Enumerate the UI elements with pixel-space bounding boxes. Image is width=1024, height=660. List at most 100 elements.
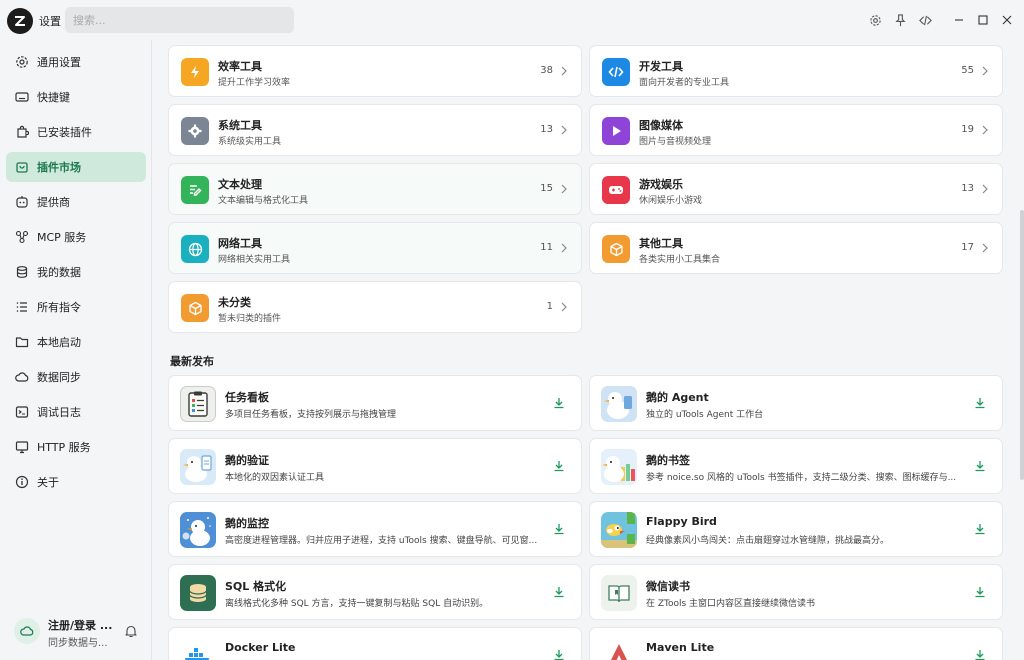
sidebar-item-label: 提供商	[37, 196, 70, 209]
sidebar-item-providers[interactable]: 提供商	[6, 187, 146, 217]
plugin-card[interactable]: Maven Lite	[589, 627, 1003, 660]
gamepad-icon	[602, 176, 630, 204]
plugin-desc: 经典像素风小鸟闯关：点击扇翅穿过水管缝隙，挑战最高分。	[646, 536, 890, 546]
plugin-card[interactable]: 鹅的监控 高密度进程管理器。归并应用子进程，支持 uTools 搜索、键盘导航、…	[168, 501, 582, 557]
category-count: 55	[961, 65, 974, 76]
plugin-title: Docker Lite	[225, 641, 296, 654]
code-icon	[602, 58, 630, 86]
category-count: 19	[961, 124, 974, 135]
download-icon[interactable]	[553, 523, 565, 535]
sidebar-item-installed[interactable]: 已安装插件	[6, 117, 146, 147]
sidebar-item-general[interactable]: 通用设置	[6, 47, 146, 77]
plugin-card[interactable]: 任务看板 多项目任务看板，支持按列展示与拖拽管理	[168, 375, 582, 431]
goose-icon	[180, 449, 216, 485]
window-title: 设置	[39, 15, 61, 28]
puzzle-icon	[15, 125, 29, 139]
download-icon[interactable]	[974, 586, 986, 598]
category-count: 11	[540, 242, 553, 253]
category-card-text[interactable]: 文本处理 文本编辑与格式化工具 15	[168, 163, 582, 215]
scrollbar[interactable]	[1020, 210, 1024, 480]
bell-icon[interactable]	[124, 624, 138, 638]
plugin-card[interactable]: 鹅的 Agent 独立的 uTools Agent 工作台	[589, 375, 1003, 431]
sidebar-item-debug-log[interactable]: 调试日志	[6, 397, 146, 427]
category-card-efficiency[interactable]: 效率工具 提升工作学习效率 38	[168, 45, 582, 97]
folder-icon	[15, 335, 29, 349]
download-icon[interactable]	[553, 460, 565, 472]
docker-icon	[180, 638, 216, 660]
download-icon[interactable]	[553, 397, 565, 409]
pin-icon[interactable]	[892, 12, 908, 28]
list-icon	[15, 300, 29, 314]
code-icon[interactable]	[917, 12, 933, 28]
category-title: 网络工具	[218, 237, 262, 250]
minimize-icon[interactable]	[951, 12, 967, 28]
bird-icon	[601, 512, 637, 548]
sidebar-item-label: 已安装插件	[37, 126, 92, 139]
sidebar-item-commands[interactable]: 所有指令	[6, 292, 146, 322]
download-icon[interactable]	[974, 523, 986, 535]
plugin-desc: 参考 noice.so 风格的 uTools 书签插件，支持二级分类、搜索、图标…	[646, 473, 957, 483]
sidebar-item-my-data[interactable]: 我的数据	[6, 257, 146, 287]
sidebar-item-label: 数据同步	[37, 371, 81, 384]
category-desc: 暂未归类的插件	[218, 314, 282, 324]
chevron-right-icon	[982, 243, 988, 253]
sidebar-item-label: 插件市场	[37, 161, 81, 174]
category-card-uncategorized[interactable]: 未分类 暂未归类的插件 1	[168, 281, 582, 333]
search-input[interactable]	[65, 7, 294, 33]
maximize-icon[interactable]	[975, 12, 991, 28]
sidebar-item-mcp[interactable]: MCP 服务	[6, 222, 146, 252]
user-name: 注册/登录 ...	[48, 619, 113, 632]
chevron-right-icon	[982, 66, 988, 76]
box-icon	[602, 235, 630, 263]
plugin-card[interactable]: 鹅的验证 本地化的双因素认证工具	[168, 438, 582, 494]
plugin-title: SQL 格式化	[225, 580, 287, 593]
category-desc: 系统级实用工具	[218, 137, 282, 147]
sidebar-item-about[interactable]: 关于	[6, 467, 146, 497]
category-count: 15	[540, 183, 553, 194]
download-icon[interactable]	[553, 649, 565, 660]
plugin-card[interactable]: 微信读书 在 ZTools 主窗口内容区直接继续微信读书	[589, 564, 1003, 620]
cloud-icon	[14, 618, 40, 644]
plugin-title: 鹅的验证	[225, 454, 269, 467]
download-icon[interactable]	[553, 586, 565, 598]
lightning-icon	[181, 58, 209, 86]
category-card-system[interactable]: 系统工具 系统级实用工具 13	[168, 104, 582, 156]
plugin-card[interactable]: 鹅的书签 参考 noice.so 风格的 uTools 书签插件，支持二级分类、…	[589, 438, 1003, 494]
download-icon[interactable]	[974, 397, 986, 409]
sidebar-item-local-launch[interactable]: 本地启动	[6, 327, 146, 357]
plugin-card[interactable]: Docker Lite	[168, 627, 582, 660]
category-count: 17	[961, 242, 974, 253]
sidebar-item-http[interactable]: HTTP 服务	[6, 432, 146, 462]
category-card-media[interactable]: 图像媒体 图片与音视频处理 19	[589, 104, 1003, 156]
category-count: 13	[961, 183, 974, 194]
gear-icon[interactable]	[867, 12, 883, 28]
chevron-right-icon	[561, 66, 567, 76]
title-bar: 设置	[0, 0, 1024, 40]
category-title: 其他工具	[639, 237, 683, 250]
plugin-title: 鹅的监控	[225, 517, 269, 530]
gear-icon	[15, 55, 29, 69]
category-card-dev[interactable]: 开发工具 面向开发者的专业工具 55	[589, 45, 1003, 97]
maven-icon	[601, 638, 637, 660]
sidebar-item-sync[interactable]: 数据同步	[6, 362, 146, 392]
download-icon[interactable]	[974, 649, 986, 660]
category-count: 1	[546, 301, 553, 312]
robot-icon	[15, 195, 29, 209]
terminal-icon	[15, 405, 29, 419]
sidebar-item-label: 快捷键	[37, 91, 70, 104]
category-desc: 面向开发者的专业工具	[639, 78, 730, 88]
network-icon	[15, 230, 29, 244]
sidebar-item-market[interactable]: 插件市场	[6, 152, 146, 182]
category-card-network[interactable]: 网络工具 网络相关实用工具 11	[168, 222, 582, 274]
sidebar-item-shortcuts[interactable]: 快捷键	[6, 82, 146, 112]
sidebar-item-label: HTTP 服务	[37, 441, 91, 454]
category-card-games[interactable]: 游戏娱乐 休闲娱乐小游戏 13	[589, 163, 1003, 215]
category-card-other[interactable]: 其他工具 各类实用小工具集合 17	[589, 222, 1003, 274]
plugin-card[interactable]: Flappy Bird 经典像素风小鸟闯关：点击扇翅穿过水管缝隙，挑战最高分。	[589, 501, 1003, 557]
plugin-card[interactable]: SQL 格式化 离线格式化多种 SQL 方言，支持一键复制与粘贴 SQL 自动识…	[168, 564, 582, 620]
plugin-desc: 独立的 uTools Agent 工作台	[646, 410, 764, 420]
plugin-title: 微信读书	[646, 580, 690, 593]
user-login-box[interactable]: 注册/登录 ... 同步数据与...	[14, 614, 144, 650]
close-icon[interactable]	[999, 12, 1015, 28]
download-icon[interactable]	[974, 460, 986, 472]
